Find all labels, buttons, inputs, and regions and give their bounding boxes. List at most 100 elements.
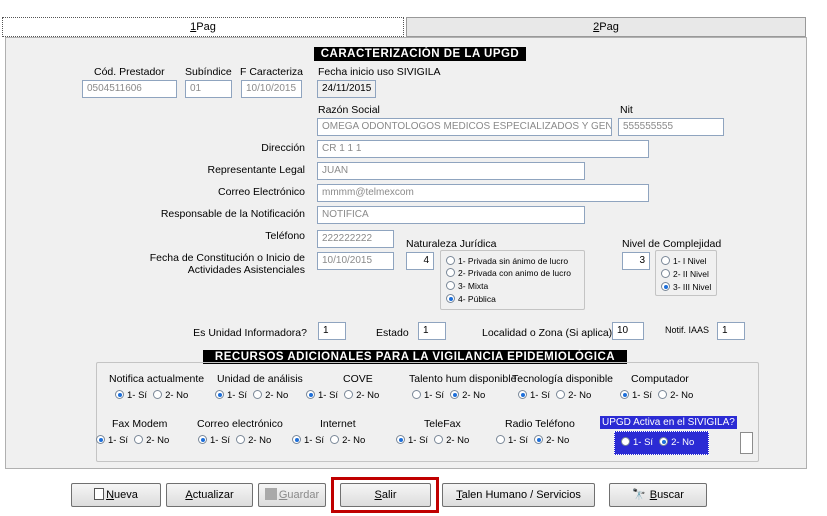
unidad-analisis-label: Unidad de análisis: [217, 373, 303, 385]
tab-pag-1[interactable]: 1Pag: [2, 17, 404, 37]
complejidad-option-1[interactable]: 1- I Nivel: [661, 256, 707, 267]
internet-no[interactable]: 2- No: [330, 435, 365, 446]
buscar-button[interactable]: 🔭 Buscar: [609, 483, 707, 507]
upgd-activa-radios: 1- Sí 2- No: [614, 431, 709, 455]
fax-modem-radios: 1- Sí 2- No: [96, 435, 175, 446]
radio-icon: [153, 390, 163, 399]
f-caracteriza-field[interactable]: 10/10/2015: [241, 80, 302, 98]
fax-modem-yes[interactable]: 1- Sí: [96, 435, 128, 446]
estado-field[interactable]: 1: [418, 322, 446, 340]
radio-selected-icon: [198, 435, 207, 444]
unidad-analisis-yes[interactable]: 1- Sí: [215, 390, 247, 401]
complejidad-option-3[interactable]: 3- III Nivel: [661, 282, 711, 293]
nueva-button[interactable]: Nueva: [71, 483, 161, 507]
upgd-activa-extra-field[interactable]: [740, 432, 753, 454]
unidad-analisis-radios: 1- Sí 2- No: [215, 390, 294, 401]
telefax-yes[interactable]: 1- Sí: [396, 435, 428, 446]
radio-selected-icon: [620, 390, 629, 399]
computador-radios: 1- Sí 2- No: [620, 390, 699, 401]
radio-icon: [434, 435, 444, 444]
naturaleza-option-2[interactable]: 2- Privada con animo de lucro: [446, 268, 571, 279]
cove-radios: 1- Sí 2- No: [306, 390, 385, 401]
responsable-field[interactable]: NOTIFICA: [317, 206, 585, 224]
computador-yes[interactable]: 1- Sí: [620, 390, 652, 401]
naturaleza-label: Naturaleza Jurídica: [406, 238, 497, 250]
es-unidad-label: Es Unidad Informadora?: [193, 327, 307, 339]
talento-humano-button[interactable]: Talen Humano / Servicios: [442, 483, 595, 507]
naturaleza-field[interactable]: 4: [406, 252, 434, 270]
representante-field[interactable]: JUAN: [317, 162, 585, 180]
estado-label: Estado: [376, 327, 409, 339]
radio-selected-icon: [115, 390, 124, 399]
guardar-button[interactable]: Guardar: [258, 483, 326, 507]
fecha-inicio-field[interactable]: 24/11/2015: [317, 80, 376, 98]
save-icon: [264, 488, 277, 500]
fax-modem-label: Fax Modem: [112, 418, 168, 430]
internet-yes[interactable]: 1- Sí: [292, 435, 324, 446]
fecha-constitucion-field[interactable]: 10/10/2015: [317, 252, 394, 270]
radio-icon: [621, 437, 630, 446]
radio-telefono-yes[interactable]: 1- Sí: [496, 435, 528, 446]
actualizar-button[interactable]: Actualizar: [166, 483, 253, 507]
naturaleza-option-3[interactable]: 3- Mixta: [446, 281, 488, 292]
radio-icon: [496, 435, 505, 444]
talento-yes[interactable]: 1- Sí: [412, 390, 444, 401]
radio-icon: [446, 268, 455, 277]
localidad-field[interactable]: 10: [612, 322, 644, 340]
talento-label: Talento hum disponible: [409, 373, 517, 385]
tecnologia-yes[interactable]: 1- Sí: [518, 390, 550, 401]
tecnologia-radios: 1- Sí 2- No: [518, 390, 597, 401]
telefax-no[interactable]: 2- No: [434, 435, 469, 446]
radio-selected-icon: [534, 435, 544, 444]
notifica-yes[interactable]: 1- Sí: [115, 390, 147, 401]
radio-telefono-no[interactable]: 2- No: [534, 435, 569, 446]
radio-icon: [412, 390, 421, 399]
unidad-analisis-no[interactable]: 2- No: [253, 390, 288, 401]
cove-label: COVE: [343, 373, 373, 385]
upgd-activa-yes[interactable]: 1- Sí: [621, 437, 653, 448]
fecha-constitucion-label-2: Actividades Asistenciales: [187, 264, 305, 276]
naturaleza-option-1[interactable]: 1- Privada sin ánimo de lucro: [446, 256, 568, 267]
direccion-field[interactable]: CR 1 1 1: [317, 140, 649, 158]
upgd-activa-no[interactable]: 2- No: [659, 437, 694, 448]
tecnologia-no[interactable]: 2- No: [556, 390, 591, 401]
nit-field[interactable]: 555555555: [618, 118, 724, 136]
localidad-label: Localidad o Zona (Si aplica): [482, 327, 613, 339]
telefono-field[interactable]: 222222222: [317, 230, 394, 248]
radio-icon: [658, 390, 668, 399]
cod-prestador-field[interactable]: 0504511606: [82, 80, 177, 98]
cove-yes[interactable]: 1- Sí: [306, 390, 338, 401]
razon-social-field[interactable]: OMEGA ODONTOLOGOS MEDICOS ESPECIALIZADOS…: [317, 118, 612, 136]
notif-iaas-label: Notif. IAAS: [665, 325, 710, 335]
radio-selected-icon: [292, 435, 301, 444]
radio-icon: [556, 390, 566, 399]
notif-iaas-field[interactable]: 1: [717, 322, 745, 340]
computador-no[interactable]: 2- No: [658, 390, 693, 401]
radio-icon: [134, 435, 144, 444]
radio-icon: [446, 256, 455, 265]
radio-icon: [330, 435, 340, 444]
talento-no[interactable]: 2- No: [450, 390, 485, 401]
correo-field[interactable]: mmmm@telmexcom: [317, 184, 649, 202]
complejidad-field[interactable]: 3: [622, 252, 650, 270]
subindice-field[interactable]: 01: [185, 80, 232, 98]
naturaleza-option-4[interactable]: 4- Pública: [446, 294, 496, 305]
correo-electronico-no[interactable]: 2- No: [236, 435, 271, 446]
salir-highlight-frame: [331, 477, 439, 513]
correo-electronico-radios: 1- Sí 2- No: [198, 435, 277, 446]
radio-selected-icon: [661, 282, 670, 291]
es-unidad-field[interactable]: 1: [318, 322, 346, 340]
tab-2-label: Pag: [599, 21, 619, 33]
radio-selected-icon: [215, 390, 224, 399]
complejidad-option-2[interactable]: 2- II Nivel: [661, 269, 709, 280]
telefax-radios: 1- Sí 2- No: [396, 435, 475, 446]
responsable-label: Responsable de la Notificación: [160, 208, 305, 220]
radio-icon: [236, 435, 246, 444]
fax-modem-no[interactable]: 2- No: [134, 435, 169, 446]
correo-electronico-yes[interactable]: 1- Sí: [198, 435, 230, 446]
cove-no[interactable]: 2- No: [344, 390, 379, 401]
radio-selected-icon: [659, 437, 669, 446]
notifica-no[interactable]: 2- No: [153, 390, 188, 401]
tab-pag-2[interactable]: 2Pag: [406, 17, 806, 37]
radio-icon: [253, 390, 263, 399]
